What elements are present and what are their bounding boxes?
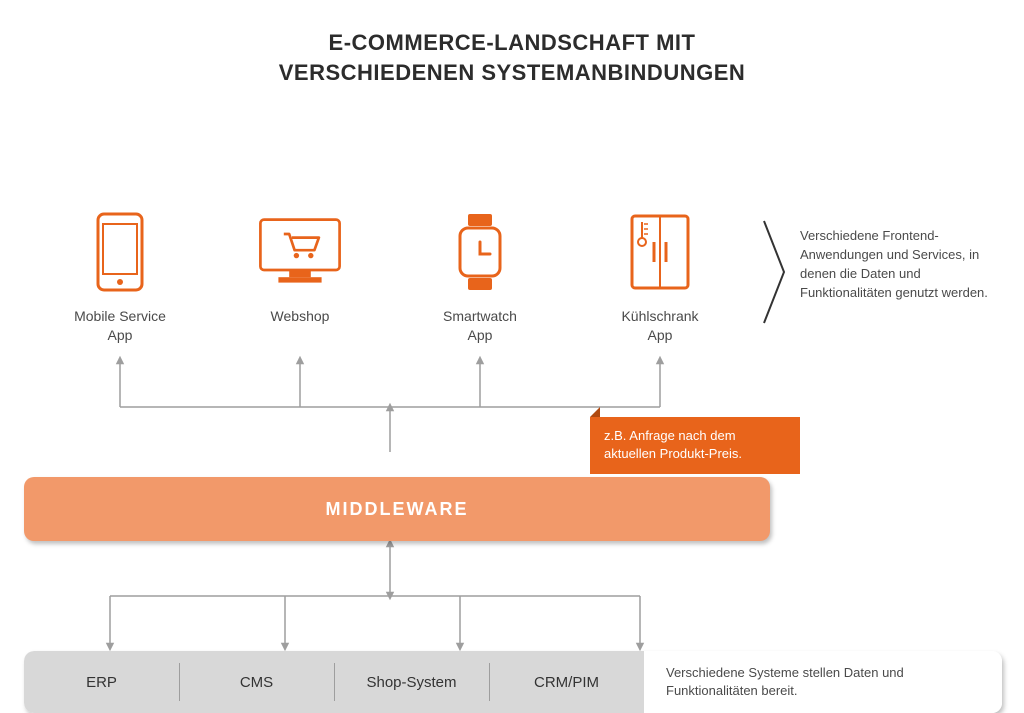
- diagram-title: E-COMMERCE-LANDSCHAFT MIT VERSCHIEDENEN …: [0, 0, 1024, 87]
- backend-bar: ERP CMS Shop-System CRM/PIM Verschiedene…: [24, 651, 1002, 713]
- backend-systems: ERP CMS Shop-System CRM/PIM: [24, 651, 644, 713]
- backend-cms: CMS: [179, 651, 334, 713]
- backend-shop-system: Shop-System: [334, 651, 489, 713]
- fridge-icon: [615, 207, 705, 297]
- frontend-fridge: KühlschrankApp: [580, 207, 740, 343]
- mobile-icon: [75, 207, 165, 297]
- frontend-label: Mobile ServiceApp: [74, 307, 166, 343]
- example-callout: z.B. Anfrage nach dem aktuellen Produkt-…: [590, 417, 800, 474]
- frontend-label: SmartwatchApp: [443, 307, 517, 343]
- frontend-mobile-app: Mobile ServiceApp: [40, 207, 200, 343]
- desktop-cart-icon: [255, 207, 345, 297]
- backend-crm-pim: CRM/PIM: [489, 651, 644, 713]
- backend-description: Verschiedene Systeme stellen Daten und F…: [644, 651, 1002, 713]
- frontend-smartwatch: SmartwatchApp: [400, 207, 560, 343]
- arrows-middleware-to-backend: [40, 541, 740, 641]
- middleware-label: MIDDLEWARE: [326, 499, 469, 520]
- frontend-webshop: Webshop: [220, 207, 380, 343]
- frontend-label: Webshop: [271, 307, 330, 325]
- smartwatch-icon: [435, 207, 525, 297]
- frontend-description: Verschiedene Frontend-Anwendungen und Se…: [800, 227, 1000, 302]
- backend-erp: ERP: [24, 651, 179, 713]
- frontend-label: KühlschrankApp: [621, 307, 698, 343]
- middleware-bar: MIDDLEWARE: [24, 477, 770, 541]
- frontend-row: Mobile ServiceApp Webshop: [40, 207, 740, 343]
- brace-icon: [760, 217, 790, 327]
